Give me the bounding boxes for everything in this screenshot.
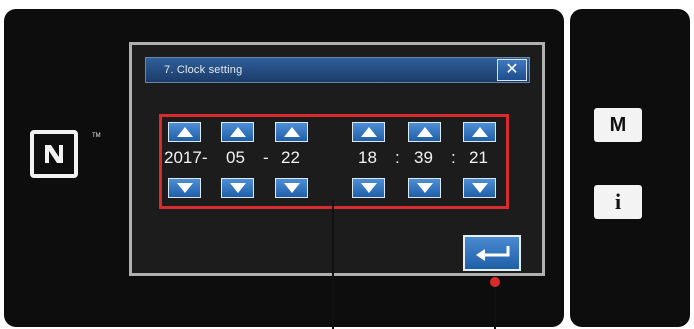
minute-value: 39 [414,148,433,167]
month-down-button[interactable] [221,178,254,198]
time-separator: : [395,148,400,167]
day-down-button[interactable] [275,178,308,198]
up-arrow-icon [230,127,246,137]
down-arrow-icon [230,183,246,193]
down-arrow-icon [472,183,488,193]
hour-down-button[interactable] [352,178,385,198]
dialog-title: 7. Clock setting [164,64,243,76]
time-separator: : [451,148,456,167]
screen: 7. Clock setting ✕ 2017- 05 - 22 18: 39… [129,42,545,276]
minute-up-button[interactable] [408,122,441,142]
dialog: 7. Clock setting ✕ 2017- 05 - 22 18: 39… [132,45,542,273]
hour-value: 18 [358,148,377,167]
year-down-button[interactable] [168,178,201,198]
hour-up-button[interactable] [352,122,385,142]
callout-line-enter [494,282,496,329]
second-down-button[interactable] [463,178,496,198]
second-up-button[interactable] [463,122,496,142]
down-arrow-icon [417,183,433,193]
callout-marker [489,276,501,288]
info-button[interactable]: i [594,185,642,219]
down-arrow-icon [284,183,300,193]
up-arrow-icon [177,127,193,137]
second-value: 21 [469,148,488,167]
month-value: 05 [226,148,245,167]
up-arrow-icon [361,127,377,137]
nfc-icon [30,130,78,178]
down-arrow-icon [361,183,377,193]
date-separator: - [263,148,269,167]
callout-line-clock [332,200,334,329]
trademark-mark: TM [92,133,101,139]
down-arrow-icon [177,183,193,193]
year-value: 2017- [164,148,208,167]
dialog-titlebar: 7. Clock setting ✕ [145,57,530,83]
side-bezel [570,9,690,327]
mode-button[interactable]: M [594,108,642,142]
enter-icon [476,246,510,261]
day-value: 22 [281,148,300,167]
month-up-button[interactable] [221,122,254,142]
enter-button[interactable] [463,235,521,271]
minute-down-button[interactable] [408,178,441,198]
year-up-button[interactable] [168,122,201,142]
close-button[interactable]: ✕ [497,59,527,81]
close-icon: ✕ [505,61,519,78]
clock-panel: 2017- 05 - 22 18 : 39 : 21 [159,114,509,209]
up-arrow-icon [472,127,488,137]
day-up-button[interactable] [275,122,308,142]
up-arrow-icon [417,127,433,137]
up-arrow-icon [284,127,300,137]
